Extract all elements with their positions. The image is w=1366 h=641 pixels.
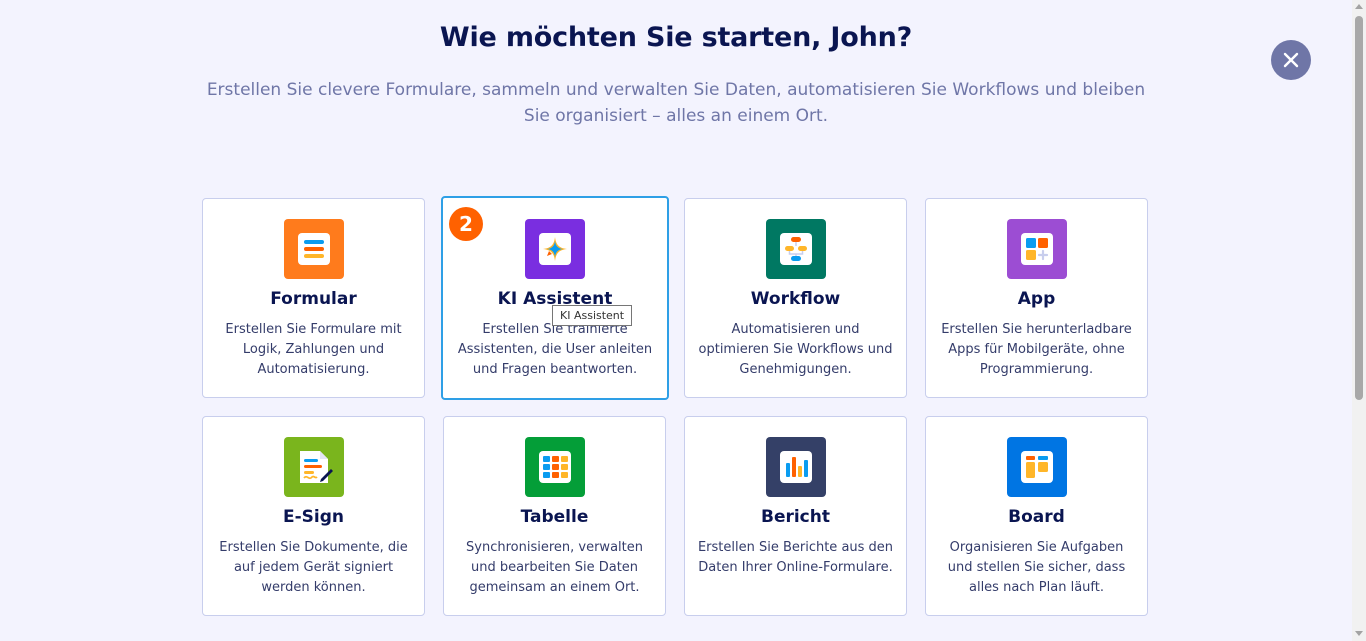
card-description: Automatisieren und optimieren Sie Workfl… [698,322,893,377]
scroll-down-icon[interactable] [1355,631,1363,636]
board-icon [1006,437,1067,497]
page-title: Wie möchten Sie starten, John? [439,22,913,53]
card-description: Erstellen Sie herunterladbare Apps für M… [941,322,1132,377]
close-icon [1283,52,1299,68]
form-icon [283,219,344,279]
scroll-thumb[interactable] [1355,16,1363,400]
report-icon [765,437,826,497]
ai-sparkle-icon [525,219,585,279]
table-icon [524,437,585,497]
card-app[interactable]: App Erstellen Sie herunterladbare Apps f… [925,198,1148,398]
card-title: Formular [270,289,357,309]
card-title: Bericht [760,507,830,527]
card-bericht[interactable]: Bericht Erstellen Sie Berichte aus den D… [684,416,907,616]
page-subtitle: Erstellen Sie clevere Formulare, sammeln… [206,80,1146,126]
card-board[interactable]: Board Organisieren Sie Aufgaben und stel… [925,416,1148,616]
start-modal: Wie möchten Sie starten, John? Erstellen… [0,0,1366,641]
workflow-icon [765,219,826,279]
esign-icon [283,437,344,497]
card-description: Erstellen Sie trainierte Assistenten, di… [457,322,653,377]
card-description: Organisieren Sie Aufgaben und stellen Si… [947,540,1126,595]
tooltip: KI Assistent [552,305,633,326]
scrollbar[interactable] [1352,0,1366,641]
card-ki-assistent[interactable]: 2 KI Assistent Erstellen Sie trainierte … [441,196,669,400]
card-description: Erstellen Sie Berichte aus den Daten Ihr… [697,540,894,575]
app-icon [1006,219,1067,279]
card-workflow[interactable]: Workflow Automatisieren und optimieren S… [684,198,907,398]
card-formular[interactable]: Formular Erstellen Sie Formulare mit Log… [202,198,425,398]
card-title: Tabelle [520,507,589,527]
card-description: Erstellen Sie Dokumente, die auf jedem G… [219,540,408,595]
scroll-up-icon[interactable] [1355,4,1363,9]
step-badge: 2 [449,207,483,241]
card-title: E-Sign [282,507,344,527]
card-title: Board [1008,507,1065,527]
card-title: Workflow [750,289,841,309]
card-tabelle[interactable]: Tabelle Synchronisieren, verwalten und b… [443,416,666,616]
card-title: App [1017,289,1056,309]
close-button[interactable] [1271,40,1311,80]
card-description: Erstellen Sie Formulare mit Logik, Zahlu… [225,322,402,377]
card-description: Synchronisieren, verwalten und bearbeite… [466,540,643,595]
card-e-sign[interactable]: E-Sign Erstellen Sie Dokumente, die auf … [202,416,425,616]
